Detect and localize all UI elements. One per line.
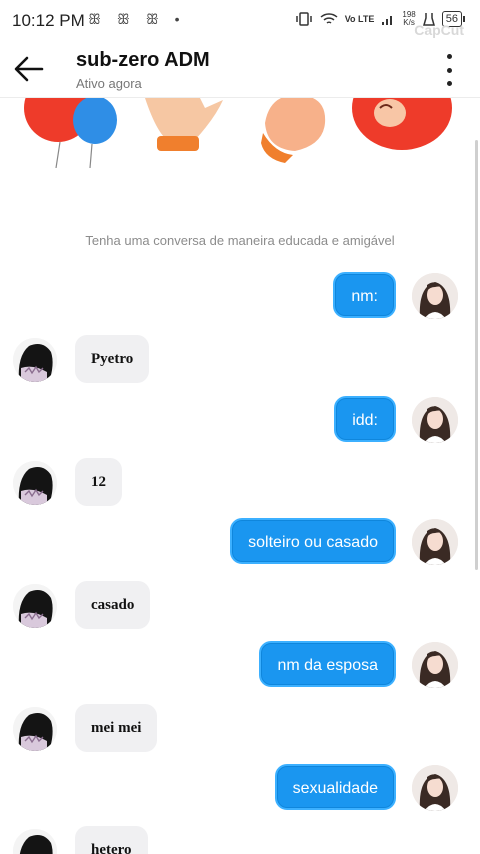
wifi-icon [320, 13, 338, 24]
balloons-sticker [24, 98, 117, 168]
contact-avatar[interactable] [13, 829, 57, 854]
high-five-sticker [145, 98, 223, 151]
contact-avatar[interactable] [13, 338, 57, 382]
contact-avatar[interactable] [13, 584, 57, 628]
incoming-message-bubble[interactable]: casado [75, 581, 151, 629]
chat-header: sub-zero ADM Ativo agora [0, 40, 480, 98]
contact-status: Ativo agora [76, 76, 142, 91]
heart-hug-sticker [352, 98, 452, 150]
my-avatar[interactable] [412, 397, 458, 443]
my-avatar[interactable] [412, 642, 458, 688]
greeting-stickers [0, 98, 480, 168]
outgoing-message-bubble[interactable]: nm: [333, 272, 396, 318]
capcut-watermark: CapCut [414, 22, 464, 38]
more-options-icon[interactable] [444, 54, 454, 86]
my-avatar[interactable] [412, 273, 458, 319]
status-bar: 10:12 PM ꕥ ꕥ ꕥ • Vo LTE 198 K/s 56 CapCut [0, 0, 480, 40]
scrollbar[interactable] [475, 140, 478, 570]
incoming-message-bubble[interactable]: 12 [75, 458, 122, 506]
outgoing-message-bubble[interactable]: nm da esposa [259, 641, 396, 687]
incoming-message-bubble[interactable]: hetero [75, 826, 148, 854]
incoming-message-bubble[interactable]: mei mei [75, 704, 158, 752]
signal-icon [382, 16, 393, 25]
outgoing-message-bubble[interactable]: idd: [334, 396, 396, 442]
outgoing-message-bubble[interactable]: sexualidade [274, 764, 396, 810]
fist-bump-sticker [261, 98, 326, 163]
outgoing-message-bubble[interactable]: solteiro ou casado [230, 518, 396, 564]
notification-icons: ꕥ ꕥ ꕥ • [88, 11, 186, 27]
contact-name[interactable]: sub-zero ADM [76, 49, 210, 72]
incoming-message-bubble[interactable]: Pyetro [75, 335, 150, 383]
my-avatar[interactable] [412, 519, 458, 565]
contact-avatar[interactable] [13, 461, 57, 505]
contact-avatar[interactable] [13, 707, 57, 751]
network-type: Vo LTE [344, 13, 375, 24]
chat-guideline-notice: Tenha uma conversa de maneira educada e … [85, 233, 395, 248]
back-arrow-icon[interactable] [12, 52, 46, 86]
my-avatar[interactable] [412, 765, 458, 811]
status-time: 10:12 PM [12, 11, 85, 30]
vibrate-icon [295, 12, 312, 26]
